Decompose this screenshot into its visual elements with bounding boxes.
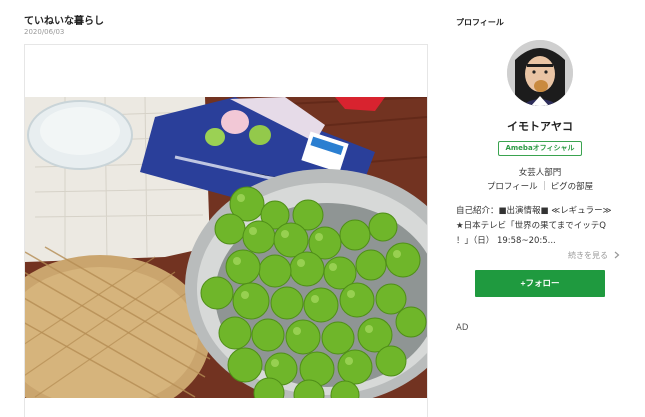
read-more-label: 続きを見る: [568, 251, 608, 260]
ad-label: AD: [456, 323, 469, 333]
intro-line: ★日本テレビ「世界の果てまでイッテQ: [456, 221, 606, 231]
profile-links: プロフィール ピグの部屋: [456, 180, 624, 192]
category-label[interactable]: 女芸人部門: [456, 166, 624, 178]
intro-line: ！」（日） 19:58~20:5...: [456, 236, 556, 246]
avatar[interactable]: [507, 40, 573, 106]
link-divider: [543, 181, 545, 190]
post-photo[interactable]: [25, 97, 427, 398]
read-more-link[interactable]: 続きを見る: [568, 250, 620, 261]
pigg-room-link[interactable]: ピグの部屋: [551, 182, 594, 192]
official-badge: Amebaオフィシャル: [498, 141, 582, 156]
post-date: 2020/06/03: [24, 28, 65, 36]
follow-button[interactable]: +フォロー: [475, 270, 605, 297]
profile-name[interactable]: イモトアヤコ: [456, 118, 624, 134]
profile-sidebar: プロフィール イモトアヤコ Amebaオフィシャル 女芸人部門 プロフィールピグ…: [456, 0, 645, 417]
avatar-image: [507, 40, 573, 106]
intro-line: 自己紹介：■出演情報■ ≪レギュラー≫: [456, 206, 612, 216]
article-body: [24, 44, 428, 417]
profile-heading: プロフィール: [456, 18, 504, 27]
chevron-right-icon: [614, 251, 619, 259]
self-introduction: 自己紹介：■出演情報■ ≪レギュラー≫ ★日本テレビ「世界の果てまでイッテQ ！…: [456, 204, 626, 249]
post-title[interactable]: ていねいな暮らし: [24, 12, 104, 27]
profile-link[interactable]: プロフィール: [487, 182, 538, 192]
blog-main: ていねいな暮らし 2020/06/03: [24, 0, 428, 417]
